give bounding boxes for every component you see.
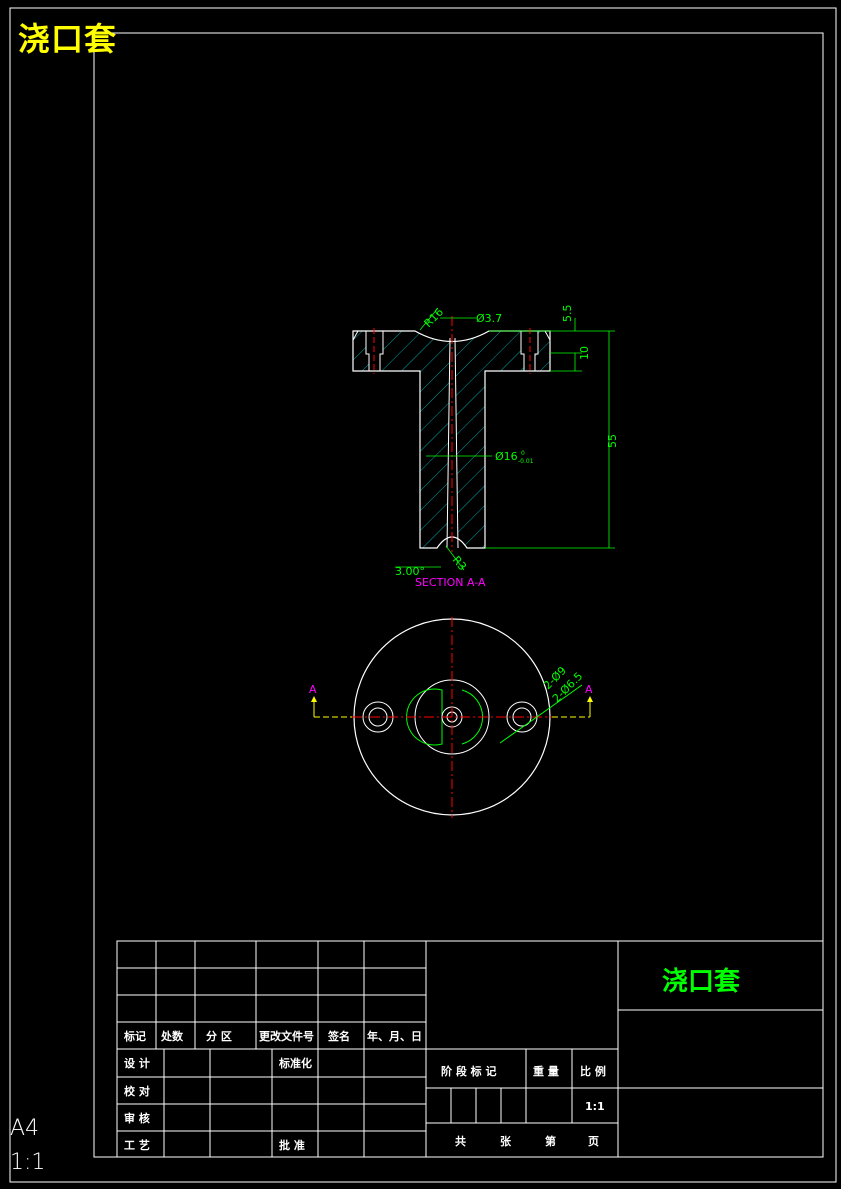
hatch-right (455, 331, 550, 548)
hatch-left (353, 331, 450, 548)
drawing-sheet: R16 Ø3.7 5.5 10 55 Ø16 0 -0.01 R3 3.00° … (9, 7, 837, 1183)
tb-ratio: 比 例 (580, 1064, 606, 1078)
dim-flange-gap: 5.5 (561, 305, 574, 323)
tb-stage-mark: 阶 段 标 记 (441, 1064, 497, 1078)
dim-stem-tol-lower: -0.01 (518, 458, 534, 465)
dim-r3: R3 (450, 554, 469, 574)
tb-row-check: 校 对 (124, 1084, 150, 1098)
tb-row-design: 设 计 (124, 1056, 150, 1070)
tb-header-0: 标记 (123, 1029, 146, 1043)
section-label: SECTION A-A (415, 576, 486, 589)
section-arrow-left-head (311, 696, 317, 702)
section-arrow-right-head (587, 696, 593, 702)
scale-label: 1:1 (10, 1150, 46, 1175)
tb-sheets: 张 (500, 1134, 512, 1148)
plan-view (311, 617, 593, 818)
section-view (352, 307, 615, 571)
dim-r16: R16 (422, 306, 446, 330)
dim-hole-diameter: Ø3.7 (476, 312, 502, 325)
dim-total-length: 55 (606, 434, 619, 448)
tb-page: 页 (588, 1135, 599, 1148)
tb-row-process: 工 艺 (124, 1138, 150, 1152)
dim-flange-thickness: 10 (578, 346, 591, 360)
outer-border (9, 7, 837, 1183)
tb-header-3: 更改文件号 (259, 1029, 314, 1043)
tb-header-4: 签名 (327, 1029, 350, 1043)
section-marker-right: A (585, 683, 593, 696)
drawing-title: 浇口套 (18, 20, 118, 58)
dim-stem-diameter: Ø16 (495, 450, 518, 463)
tb-row-review: 审 核 (124, 1111, 150, 1125)
section-marker-left: A (309, 683, 317, 696)
tb-sheet-no: 第 (545, 1134, 556, 1148)
tb-header-1: 处数 (160, 1029, 184, 1043)
tb-header-5: 年、月、日 (367, 1029, 422, 1043)
tb-ratio-value: 1:1 (585, 1100, 605, 1113)
tb-weight: 重 量 (533, 1064, 559, 1078)
tb-part-name: 浇口套 (662, 967, 741, 997)
tb-header-2: 分 区 (206, 1029, 232, 1043)
tb-approve: 批 准 (279, 1138, 305, 1152)
tb-total: 共 (455, 1134, 466, 1148)
paper-size-label: A4 (10, 1116, 40, 1141)
dim-stem-tol-upper: 0 (521, 450, 525, 457)
tb-standardize: 标准化 (278, 1056, 312, 1070)
